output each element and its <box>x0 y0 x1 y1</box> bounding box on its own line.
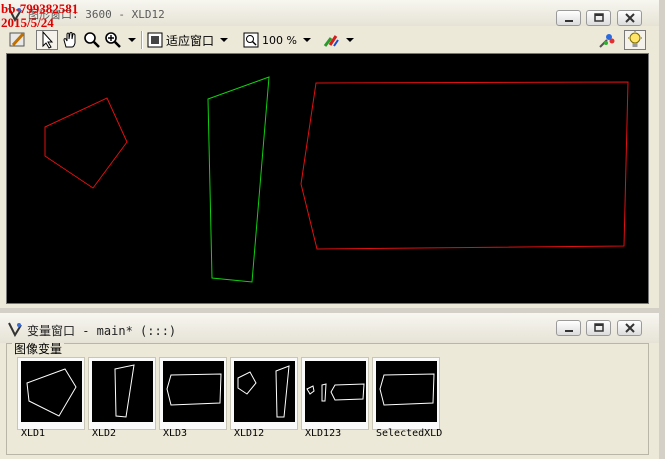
watermark-line2: 2015/5/24 <box>1 15 54 30</box>
xld-contour-pentagon <box>44 97 128 189</box>
thumbnail-label: XLD12 <box>234 428 265 439</box>
thumbnail-image <box>305 361 366 422</box>
thumbnail-xld1[interactable]: XLD1 <box>17 357 85 439</box>
right-edge-frame <box>659 0 665 308</box>
restore-button[interactable] <box>586 320 611 336</box>
watermark: bb-799382581 2015/5/24 <box>1 2 78 29</box>
image-variables-title: 图像变量 <box>12 342 65 356</box>
variable-window: 变量窗口 - main* (:::) 图像变量 XLD1 XLD2 XLD3 X… <box>0 313 665 459</box>
close-icon <box>624 13 635 23</box>
region-colors-button[interactable] <box>598 30 618 50</box>
xld-contour-quadrilateral <box>207 76 270 283</box>
chevron-down-icon <box>128 38 136 42</box>
thumbnail-image <box>21 361 82 422</box>
color-brush-dropdown[interactable] <box>322 30 354 50</box>
minimize-icon <box>564 330 573 332</box>
zoom-plus-button[interactable] <box>104 30 138 50</box>
thumbnail-xld12[interactable]: XLD12 <box>230 357 298 439</box>
color-brush-icon <box>323 35 339 47</box>
zoom-percent-dropdown[interactable]: 100 % <box>243 30 315 50</box>
variable-window-icon <box>7 321 23 338</box>
variable-window-title: 变量窗口 - main* (:::) <box>27 324 177 338</box>
hand-icon <box>63 32 76 48</box>
zoom-percent-icon <box>243 32 259 48</box>
thumbnail-label: XLD2 <box>92 428 117 439</box>
thumbnail-label: XLD3 <box>163 428 188 439</box>
fit-window-dropdown[interactable]: 适应窗口 <box>147 30 235 50</box>
zoom-icon <box>84 32 100 48</box>
zoom-percent-label: 100 % <box>262 33 297 47</box>
xld-contour-rectangle <box>300 81 629 250</box>
close-button[interactable] <box>617 10 642 26</box>
thumbnail-image <box>92 361 153 422</box>
thumbnail-xld123[interactable]: XLD123 <box>301 357 369 439</box>
hand-tool-button[interactable] <box>61 30 81 50</box>
thumbnail-xld2[interactable]: XLD2 <box>88 357 156 439</box>
thumbnail-xld3[interactable]: XLD3 <box>159 357 227 439</box>
pointer-tool-button[interactable] <box>36 30 58 50</box>
variable-titlebar[interactable]: 变量窗口 - main* (:::) <box>0 313 665 343</box>
chevron-down-icon <box>220 38 229 42</box>
graphics-window: 图形窗口: 3600 - XLD12 适应窗口 100 % <box>0 0 665 308</box>
thumbnail-label: XLD123 <box>305 428 342 439</box>
chevron-down-icon <box>346 38 354 42</box>
close-icon <box>624 323 635 333</box>
graphics-titlebar[interactable]: 图形窗口: 3600 - XLD12 <box>0 0 665 26</box>
minimize-icon <box>564 20 573 22</box>
graphics-toolbar: 适应窗口 100 % <box>0 27 665 52</box>
minimize-button[interactable] <box>556 10 581 26</box>
watermark-line1: bb-799382581 <box>1 1 79 16</box>
canvas-drawing <box>44 76 629 283</box>
chevron-down-icon <box>302 38 311 42</box>
pencil-icon <box>9 32 25 47</box>
region-colors-icon <box>599 34 615 48</box>
minimize-button[interactable] <box>556 320 581 336</box>
pointer-icon <box>42 31 54 49</box>
lightbulb-button[interactable] <box>624 30 646 50</box>
close-button[interactable] <box>617 320 642 336</box>
thumbnail-label: XLD1 <box>21 428 46 439</box>
graphics-canvas[interactable] <box>6 53 649 304</box>
fit-window-label: 适应窗口 <box>166 33 215 48</box>
restore-icon <box>593 13 604 22</box>
toolbar-separator <box>141 31 143 49</box>
restore-button[interactable] <box>586 10 611 26</box>
thumbnail-image <box>163 361 224 422</box>
zoom-tool-button[interactable] <box>83 30 101 50</box>
thumbnail-selectedxld[interactable]: SelectedXLD <box>372 357 442 439</box>
draw-button[interactable] <box>9 30 29 50</box>
image-variables-group: 图像变量 XLD1 XLD2 XLD3 XLD12 XLD123 Selecte… <box>6 343 649 455</box>
fit-window-icon <box>147 32 163 48</box>
thumbnail-label: SelectedXLD <box>376 428 443 439</box>
restore-icon <box>593 323 604 332</box>
lightbulb-icon <box>628 31 642 47</box>
right-edge-frame <box>659 313 665 459</box>
thumbnail-image <box>376 361 437 422</box>
thumbnail-image <box>234 361 295 422</box>
zoom-plus-icon <box>105 32 121 48</box>
